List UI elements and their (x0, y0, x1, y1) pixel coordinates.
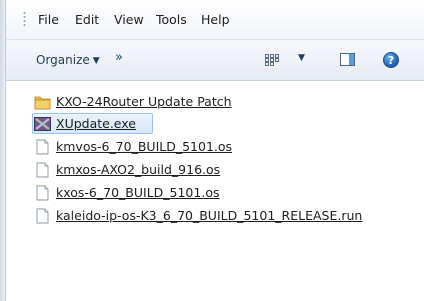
views-icon[interactable] (265, 54, 279, 66)
menu-grip-handle[interactable] (23, 11, 26, 28)
file-name: kmvos-6_70_BUILD_5101.os (56, 139, 233, 154)
menu-file[interactable]: File (38, 11, 59, 28)
file-name: kxos-6_70_BUILD_5101.os (56, 185, 220, 200)
organize-button[interactable]: Organize ▼ (36, 52, 100, 69)
document-icon (36, 162, 49, 178)
menu-help[interactable]: Help (201, 11, 230, 28)
organize-label: Organize (36, 53, 90, 67)
help-icon[interactable]: ? (383, 52, 399, 68)
folder-icon (34, 96, 51, 110)
file-list: KXO-24Router Update Patch XUpdate.exe km… (6, 81, 424, 301)
more-commands-button[interactable]: » (115, 50, 123, 66)
application-icon (34, 117, 51, 131)
preview-pane-icon[interactable] (340, 53, 355, 66)
command-bar: Organize ▼ » (6, 40, 424, 81)
views-dropdown-icon[interactable]: ▼ (298, 53, 305, 63)
menu-edit[interactable]: Edit (75, 11, 99, 28)
file-name: XUpdate.exe (56, 116, 136, 131)
document-icon (36, 208, 49, 224)
file-name: kmxos-AXO2_build_916.os (56, 162, 221, 177)
document-icon (36, 139, 49, 155)
menu-view[interactable]: View (114, 11, 144, 28)
file-name: KXO-24Router Update Patch (56, 94, 232, 109)
organize-dropdown-icon: ▼ (92, 56, 100, 66)
menu-tools[interactable]: Tools (156, 11, 187, 28)
menu-bar: File Edit View Tools Help (6, 0, 424, 40)
file-name: kaleido-ip-os-K3_6_70_BUILD_5101_RELEASE… (56, 208, 363, 223)
document-icon (36, 185, 49, 201)
